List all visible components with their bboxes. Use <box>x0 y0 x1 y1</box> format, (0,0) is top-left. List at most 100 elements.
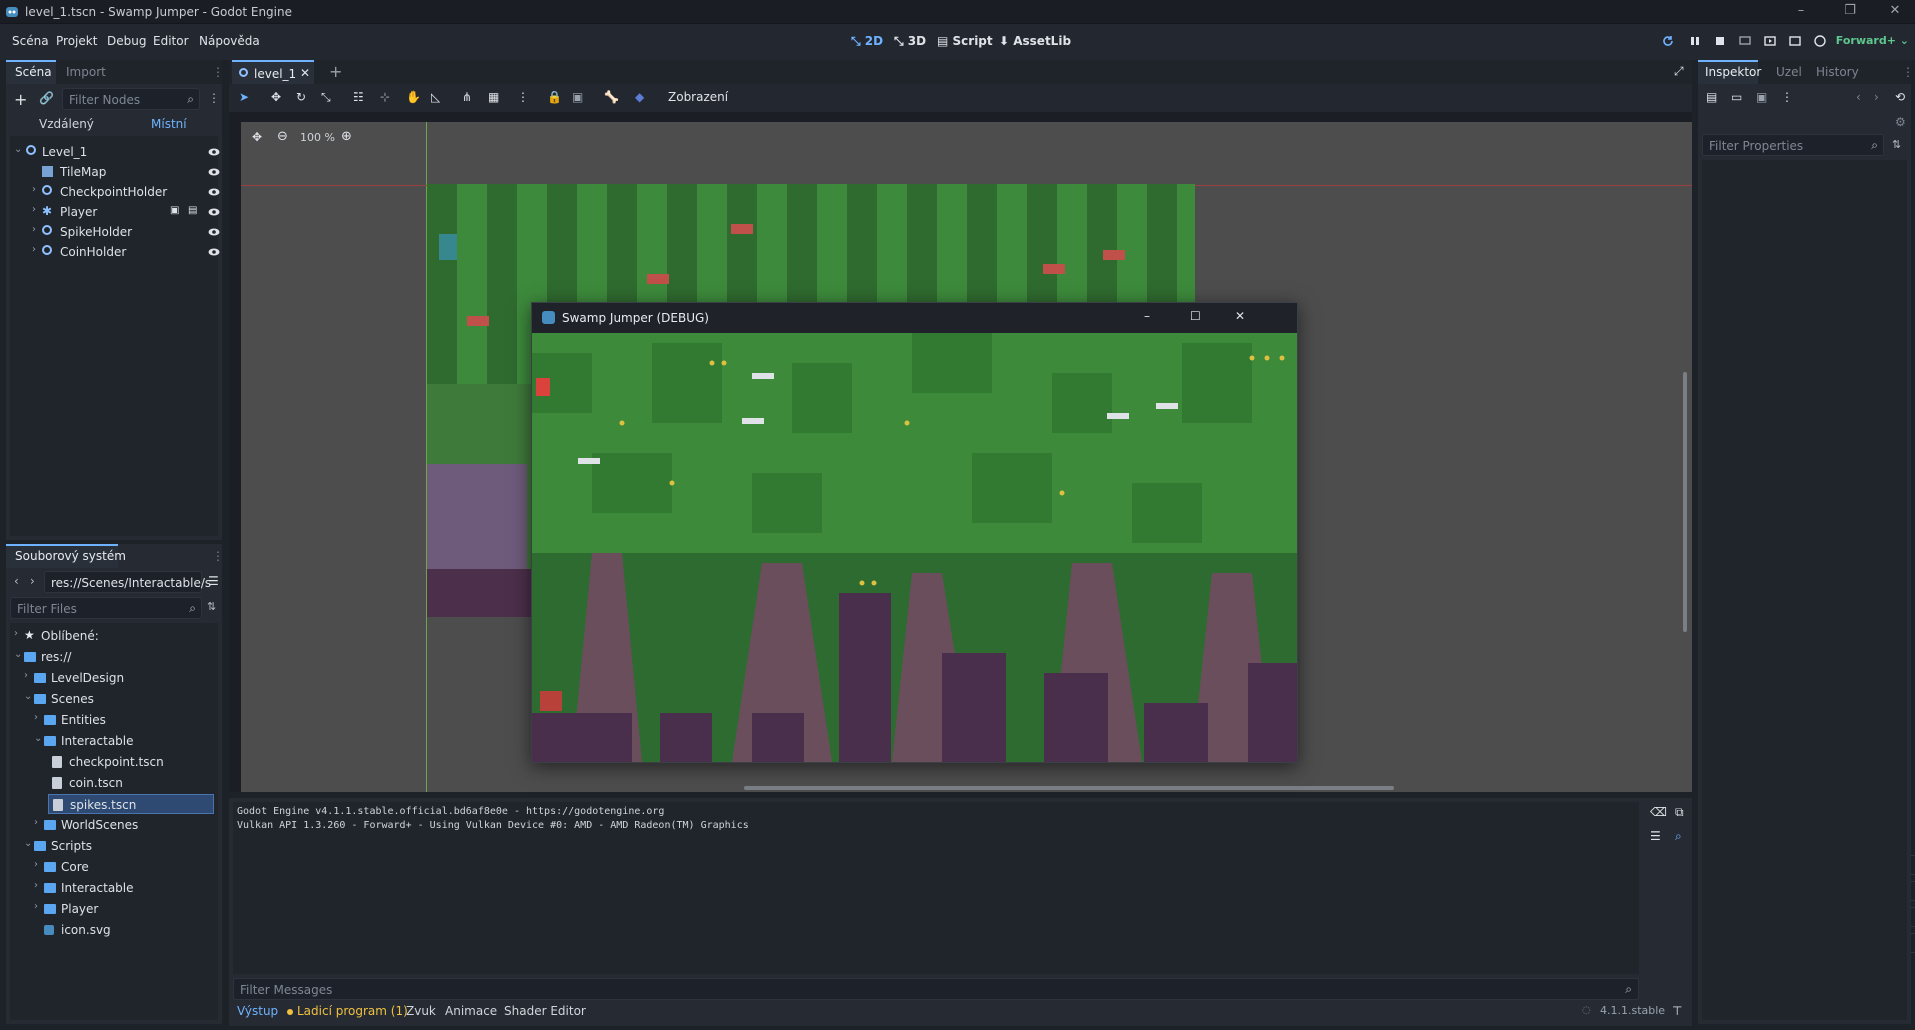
workspace-2d-button[interactable]: ⤡ 2D <box>851 34 883 49</box>
search-output-icon[interactable]: ⌕ <box>1675 829 1682 844</box>
scene-tab-level1[interactable]: level_1 ✕ <box>232 60 314 84</box>
fs-file-coin[interactable]: coin.tscn <box>52 773 212 793</box>
dock-menu-icon[interactable]: ⋮ <box>1902 65 1914 79</box>
select-mode-icon[interactable]: ➤ <box>239 90 255 106</box>
open-scene-icon[interactable]: ▣ <box>170 205 179 216</box>
reload-icon[interactable] <box>1661 34 1677 50</box>
zoom-level[interactable]: 100 % <box>300 131 335 144</box>
filter-files-input[interactable]: Filter Files ⌕ <box>10 597 202 619</box>
run-scene-icon[interactable] <box>1763 34 1779 50</box>
load-resource-icon[interactable]: ▭ <box>1731 90 1742 104</box>
tab-filesystem[interactable]: Souborový systém <box>15 549 126 563</box>
tab-node[interactable]: Uzel <box>1776 65 1802 79</box>
debug-close-button[interactable]: ✕ <box>1235 309 1245 323</box>
fs-res-root[interactable]: ⌄ res:// <box>14 647 214 667</box>
scene-options-icon[interactable]: ⋮ <box>208 91 220 105</box>
forward-icon[interactable]: › <box>30 574 35 588</box>
menu-debug[interactable]: Debug <box>107 34 146 48</box>
split-mode-icon[interactable]: ☰ <box>208 574 219 588</box>
collapse-arrow-icon[interactable]: ⌄ <box>14 144 22 155</box>
tab-audio[interactable]: Zvuk <box>406 1004 436 1018</box>
expand-arrow-icon[interactable]: › <box>34 880 38 891</box>
remote-debug-icon[interactable] <box>1738 34 1754 50</box>
fs-scripts[interactable]: ⌄ Scripts <box>24 836 214 856</box>
game-viewport[interactable] <box>532 333 1297 762</box>
fs-file-spikes-selected[interactable]: spikes.tscn <box>48 794 214 814</box>
stop-icon[interactable] <box>1713 34 1729 50</box>
expand-arrow-icon[interactable]: › <box>32 244 36 255</box>
fs-scripts-interactable[interactable]: › Interactable <box>34 878 214 898</box>
list-select-icon[interactable]: ☷ <box>353 90 369 106</box>
workspace-assetlib-button[interactable]: ⬇ AssetLib <box>999 34 1071 48</box>
expand-arrow-icon[interactable]: › <box>34 859 38 870</box>
fs-core[interactable]: › Core <box>34 857 214 877</box>
inspector-sort-icon[interactable]: ⇅ <box>1892 138 1901 151</box>
snap-options-icon[interactable]: ⋮ <box>517 90 533 106</box>
debug-maximize-button[interactable]: ☐ <box>1190 309 1201 323</box>
fs-interactable[interactable]: ⌄ Interactable <box>34 731 214 751</box>
collapse-arrow-icon[interactable]: ⌄ <box>34 733 42 744</box>
tab-inspector[interactable]: Inspektor <box>1705 65 1761 79</box>
expand-arrow-icon[interactable]: › <box>32 204 36 215</box>
visibility-eye-icon[interactable] <box>208 166 220 178</box>
tab-local[interactable]: Místní <box>151 117 187 131</box>
tab-shader-editor[interactable]: Shader Editor <box>504 1004 586 1018</box>
tileset-brush-icon[interactable]: ◆ <box>635 90 651 106</box>
debug-minimize-button[interactable]: – <box>1144 309 1150 323</box>
tab-output[interactable]: Výstup <box>237 1004 278 1018</box>
menu-editor[interactable]: Editor <box>153 34 189 48</box>
menu-help[interactable]: Nápověda <box>199 34 260 48</box>
visibility-eye-icon[interactable] <box>208 226 220 238</box>
collapse-arrow-icon[interactable]: ⌄ <box>14 649 22 660</box>
movie-maker-icon[interactable] <box>1813 34 1829 50</box>
tab-animation[interactable]: Animace <box>445 1004 497 1018</box>
expand-arrow-icon[interactable]: › <box>34 817 38 828</box>
visibility-eye-icon[interactable] <box>208 146 220 158</box>
run-custom-scene-icon[interactable] <box>1788 34 1804 50</box>
fs-leveldesign[interactable]: › LevelDesign <box>24 668 214 688</box>
filter-nodes-input[interactable]: Filter Nodes ⌕ <box>62 88 200 110</box>
fs-scenes[interactable]: ⌄ Scenes <box>24 689 214 709</box>
maximize-button[interactable]: ❐ <box>1835 3 1865 21</box>
menu-scene[interactable]: Scéna <box>12 34 49 48</box>
minimize-button[interactable]: – <box>1786 3 1816 21</box>
expand-arrow-icon[interactable]: › <box>32 184 36 195</box>
fs-file-icon-svg[interactable]: icon.svg <box>34 920 214 940</box>
collapse-arrow-icon[interactable]: ⌄ <box>24 838 32 849</box>
smart-snap-icon[interactable]: ⋔ <box>462 90 478 106</box>
filter-properties-input[interactable]: Filter Properties ⌕ <box>1702 134 1884 156</box>
expand-arrow-icon[interactable]: › <box>32 224 36 235</box>
tab-debugger[interactable]: Ladicí program (1) <box>297 1004 408 1018</box>
tab-history[interactable]: History <box>1816 65 1859 79</box>
tree-node-spikeholder[interactable]: › SpikeHolder <box>20 222 220 242</box>
history-back-icon[interactable]: ‹ <box>1856 90 1861 104</box>
center-view-icon[interactable]: ✥ <box>252 130 262 144</box>
tree-node-player[interactable]: › ✱ Player ▣ ▤ <box>20 202 220 222</box>
scale-mode-icon[interactable]: ⤡ <box>321 90 337 106</box>
lock-icon[interactable]: 🔒 <box>547 90 563 106</box>
fs-file-checkpoint[interactable]: checkpoint.tscn <box>52 752 212 772</box>
history-forward-icon[interactable]: › <box>1874 90 1879 104</box>
recent-history-icon[interactable]: ⟲ <box>1895 90 1905 104</box>
pause-icon[interactable] <box>1688 34 1704 50</box>
expand-arrow-icon[interactable]: › <box>24 670 28 681</box>
bone-icon[interactable]: 🦴 <box>604 90 620 106</box>
tree-node-tilemap[interactable]: TileMap <box>20 162 220 182</box>
group-icon[interactable]: ▣ <box>572 90 588 106</box>
tree-node-checkpointholder[interactable]: › CheckpointHolder <box>20 182 220 202</box>
workspace-3d-button[interactable]: ⤡ 3D <box>894 34 926 49</box>
visibility-eye-icon[interactable] <box>208 186 220 198</box>
instance-link-icon[interactable]: 🔗 <box>39 91 54 105</box>
horizontal-scrollbar[interactable] <box>744 786 1394 790</box>
tab-import[interactable]: Import <box>66 65 106 79</box>
expand-arrow-icon[interactable]: › <box>14 628 18 639</box>
dock-menu-icon[interactable]: ⋮ <box>212 549 224 563</box>
path-field[interactable]: res://Scenes/Interactable/s <box>44 571 211 593</box>
move-mode-icon[interactable]: ✥ <box>271 90 287 106</box>
close-button[interactable]: ✕ <box>1880 3 1910 21</box>
add-node-icon[interactable]: + <box>14 90 27 109</box>
workspace-script-button[interactable]: ▤ Script <box>937 34 993 48</box>
clear-output-icon[interactable]: ⌫ <box>1650 805 1667 819</box>
new-resource-icon[interactable]: ▤ <box>1706 90 1717 104</box>
expand-arrow-icon[interactable]: › <box>34 901 38 912</box>
